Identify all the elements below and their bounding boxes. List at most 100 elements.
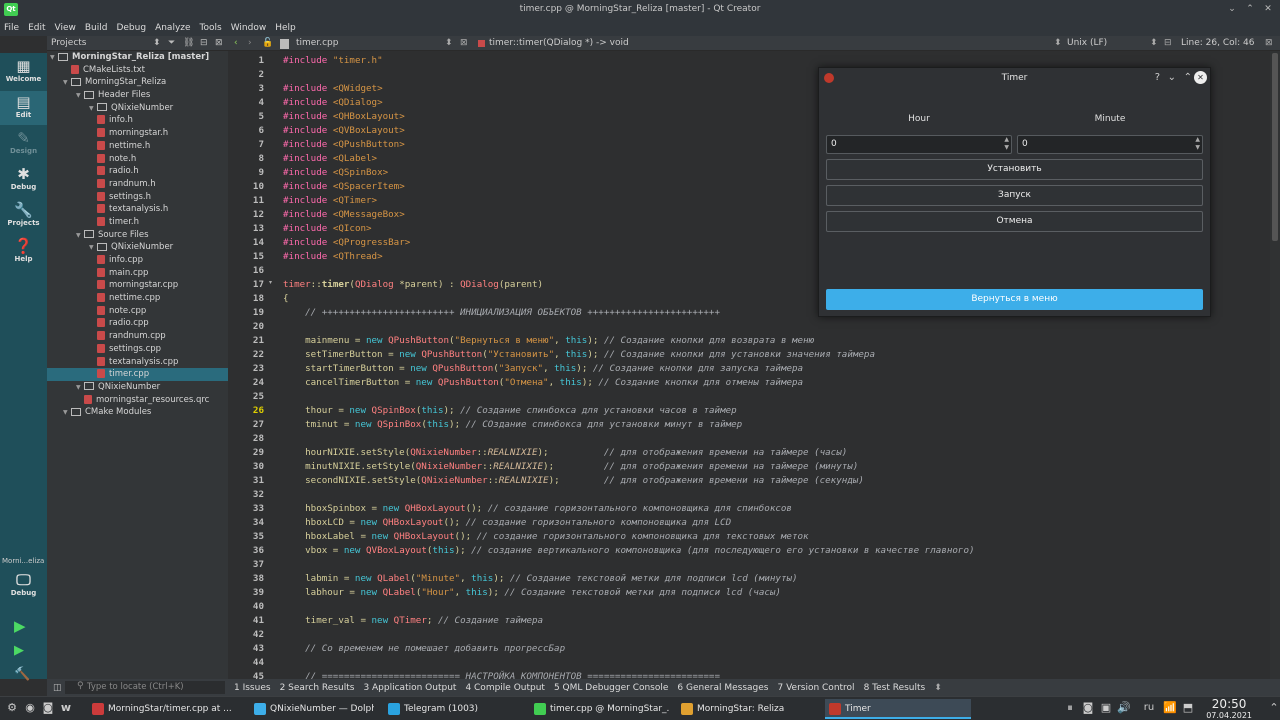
- build-icon[interactable]: 🔨: [14, 667, 30, 682]
- tree-item[interactable]: info.h: [47, 114, 228, 127]
- output-pane-tab[interactable]: 2 Search Results: [280, 683, 355, 693]
- code-line[interactable]: #include <QHBoxLayout>: [283, 111, 405, 122]
- code-line[interactable]: #include <QLabel>: [283, 153, 377, 164]
- code-line[interactable]: tminut = new QSpinBox(this); // СОздание…: [283, 419, 742, 430]
- toggle-sidebar-icon[interactable]: ◫: [53, 683, 62, 693]
- code-line[interactable]: labmin = new QLabel("Minute", this); // …: [283, 573, 797, 584]
- code-line[interactable]: timer_val = new QTimer; // Создание тайм…: [283, 615, 543, 626]
- code-line[interactable]: // ========================= НАСТРОЙКА К…: [283, 671, 720, 679]
- show-hidden-icon[interactable]: ⌃: [1266, 700, 1280, 716]
- filter-icon[interactable]: ⏷: [168, 36, 175, 51]
- tree-item[interactable]: morningstar.cpp: [47, 279, 228, 292]
- keyboard-layout[interactable]: ru: [1141, 700, 1157, 716]
- tree-item[interactable]: radio.cpp: [47, 317, 228, 330]
- minimize-icon[interactable]: ⌄: [1168, 68, 1176, 88]
- code-line[interactable]: hboxSpinbox = new QHBoxLayout(); // созд…: [283, 503, 792, 514]
- close-icon[interactable]: ✕: [1194, 71, 1207, 84]
- pause-icon[interactable]: ⏸: [1062, 700, 1078, 716]
- tree-item[interactable]: timer.h: [47, 216, 228, 229]
- tree-item[interactable]: timer.cpp: [47, 368, 228, 381]
- tree-item[interactable]: ▼ CMake Modules: [47, 406, 228, 419]
- menu-tools[interactable]: Tools: [200, 23, 222, 33]
- tree-item[interactable]: morningstar.h: [47, 127, 228, 140]
- clock[interactable]: 20:50 07.04.2021: [1206, 698, 1252, 720]
- forward-icon[interactable]: ›: [248, 36, 252, 51]
- mode-design[interactable]: ✎ Design: [0, 127, 47, 161]
- split-editor-icon[interactable]: ⊟: [1164, 36, 1172, 51]
- code-line[interactable]: #include <QWidget>: [283, 83, 383, 94]
- tree-item[interactable]: info.cpp: [47, 254, 228, 267]
- hour-spinbox[interactable]: 0 ▲ ▼: [826, 135, 1012, 154]
- fold-arrow-icon[interactable]: ▾: [269, 279, 272, 286]
- code-line[interactable]: #include <QSpacerItem>: [283, 181, 405, 192]
- tree-item[interactable]: ▼ QNixieNumber: [47, 102, 228, 115]
- output-pane-tab[interactable]: 4 Compile Output: [465, 683, 545, 693]
- menu-file[interactable]: File: [4, 23, 19, 33]
- code-line[interactable]: // ++++++++++++++++++++++++ ИНИЦИАЛИЗАЦИ…: [283, 307, 720, 318]
- close-pane-icon[interactable]: ⊠: [215, 36, 223, 51]
- set-timer-button[interactable]: Установить: [826, 159, 1203, 180]
- discord-launcher-icon[interactable]: ◙: [40, 700, 56, 716]
- tree-item[interactable]: nettime.h: [47, 140, 228, 153]
- browser-launcher-icon[interactable]: ◉: [22, 700, 38, 716]
- volume-icon[interactable]: 🔊: [1116, 700, 1132, 716]
- file-dropdown-icon[interactable]: ⬍: [445, 36, 453, 51]
- start-timer-button[interactable]: Запуск: [826, 185, 1203, 206]
- tree-item[interactable]: settings.h: [47, 191, 228, 204]
- editor-scrollbar[interactable]: [1270, 51, 1280, 679]
- wps-launcher-icon[interactable]: w: [58, 700, 74, 716]
- code-line[interactable]: setTimerButton = new QPushButton("Устано…: [283, 349, 875, 360]
- menu-edit[interactable]: Edit: [28, 23, 45, 33]
- menu-help[interactable]: Help: [275, 23, 296, 33]
- taskbar-task[interactable]: MorningStar/timer.cpp at ...: [88, 699, 234, 719]
- clipboard-icon[interactable]: ▣: [1098, 700, 1114, 716]
- close-icon[interactable]: ✕: [1260, 0, 1276, 19]
- code-line[interactable]: #include "timer.h": [283, 55, 383, 66]
- code-line[interactable]: secondNIXIE.setStyle(QNixieNumber::REALN…: [283, 475, 864, 486]
- app-menu-icon[interactable]: ⚙: [4, 700, 20, 716]
- code-line[interactable]: #include <QMessageBox>: [283, 209, 405, 220]
- mode-debug[interactable]: ✱ Debug: [0, 163, 47, 197]
- output-pane-tab[interactable]: 1 Issues: [234, 683, 271, 693]
- code-line[interactable]: thour = new QSpinBox(this); // Создание …: [283, 405, 737, 416]
- output-pane-tab[interactable]: 3 Application Output: [363, 683, 456, 693]
- code-line[interactable]: startTimerButton = new QPushButton("Запу…: [283, 363, 803, 374]
- current-file[interactable]: timer.cpp: [296, 36, 338, 51]
- code-line[interactable]: #include <QProgressBar>: [283, 237, 410, 248]
- current-symbol[interactable]: timer::timer(QDialog *) -> void: [489, 36, 629, 51]
- tree-item[interactable]: ▼ MorningStar_Reliza: [47, 76, 228, 89]
- return-to-menu-button[interactable]: Вернуться в меню: [826, 289, 1203, 310]
- tree-item[interactable]: randnum.h: [47, 178, 228, 191]
- output-pane-tab[interactable]: 6 General Messages: [677, 683, 768, 693]
- mode-edit[interactable]: ▤ Edit: [0, 91, 47, 125]
- code-line[interactable]: hourNIXIE.setStyle(QNixieNumber::REALNIX…: [283, 447, 847, 458]
- code-line[interactable]: minutNIXIE.setStyle(QNixieNumber::REALNI…: [283, 461, 858, 472]
- back-icon[interactable]: ‹: [234, 36, 238, 51]
- code-line[interactable]: #include <QVBoxLayout>: [283, 125, 405, 136]
- code-line[interactable]: mainmenu = new QPushButton("Вернуться в …: [283, 335, 814, 346]
- taskbar-task[interactable]: MorningStar: Reliza: [677, 699, 817, 719]
- tree-item[interactable]: randnum.cpp: [47, 330, 228, 343]
- code-line[interactable]: #include <QSpinBox>: [283, 167, 388, 178]
- tree-item[interactable]: ▼ Header Files: [47, 89, 228, 102]
- tree-item[interactable]: CMakeLists.txt: [47, 64, 228, 77]
- menu-debug[interactable]: Debug: [116, 23, 146, 33]
- minute-spinbox[interactable]: 0 ▲ ▼: [1017, 135, 1203, 154]
- code-line[interactable]: #include <QDialog>: [283, 97, 383, 108]
- mode-welcome[interactable]: ▦ Welcome: [0, 55, 47, 89]
- tree-item[interactable]: textanalysis.h: [47, 203, 228, 216]
- tree-item[interactable]: ▼ QNixieNumber: [47, 381, 228, 394]
- code-line[interactable]: // Со временем не помешает добавить прог…: [283, 643, 565, 654]
- taskbar-task[interactable]: timer.cpp @ MorningStar_...: [530, 699, 670, 719]
- code-line[interactable]: hboxLabel = new QHBoxLayout(); // создан…: [283, 531, 808, 542]
- code-line[interactable]: #include <QTimer>: [283, 195, 377, 206]
- tree-item[interactable]: nettime.cpp: [47, 292, 228, 305]
- close-editor-icon[interactable]: ⊠: [1265, 36, 1273, 51]
- tree-item[interactable]: note.cpp: [47, 305, 228, 318]
- tree-item[interactable]: ▼ Source Files: [47, 229, 228, 242]
- code-line[interactable]: labhour = new QLabel("Hour", this); // С…: [283, 587, 781, 598]
- mode-projects[interactable]: 🔧 Projects: [0, 199, 47, 233]
- mode-help[interactable]: ❓ Help: [0, 235, 47, 269]
- code-line[interactable]: {: [283, 293, 289, 304]
- tree-item[interactable]: ▼ MorningStar_Reliza [master]: [47, 51, 228, 64]
